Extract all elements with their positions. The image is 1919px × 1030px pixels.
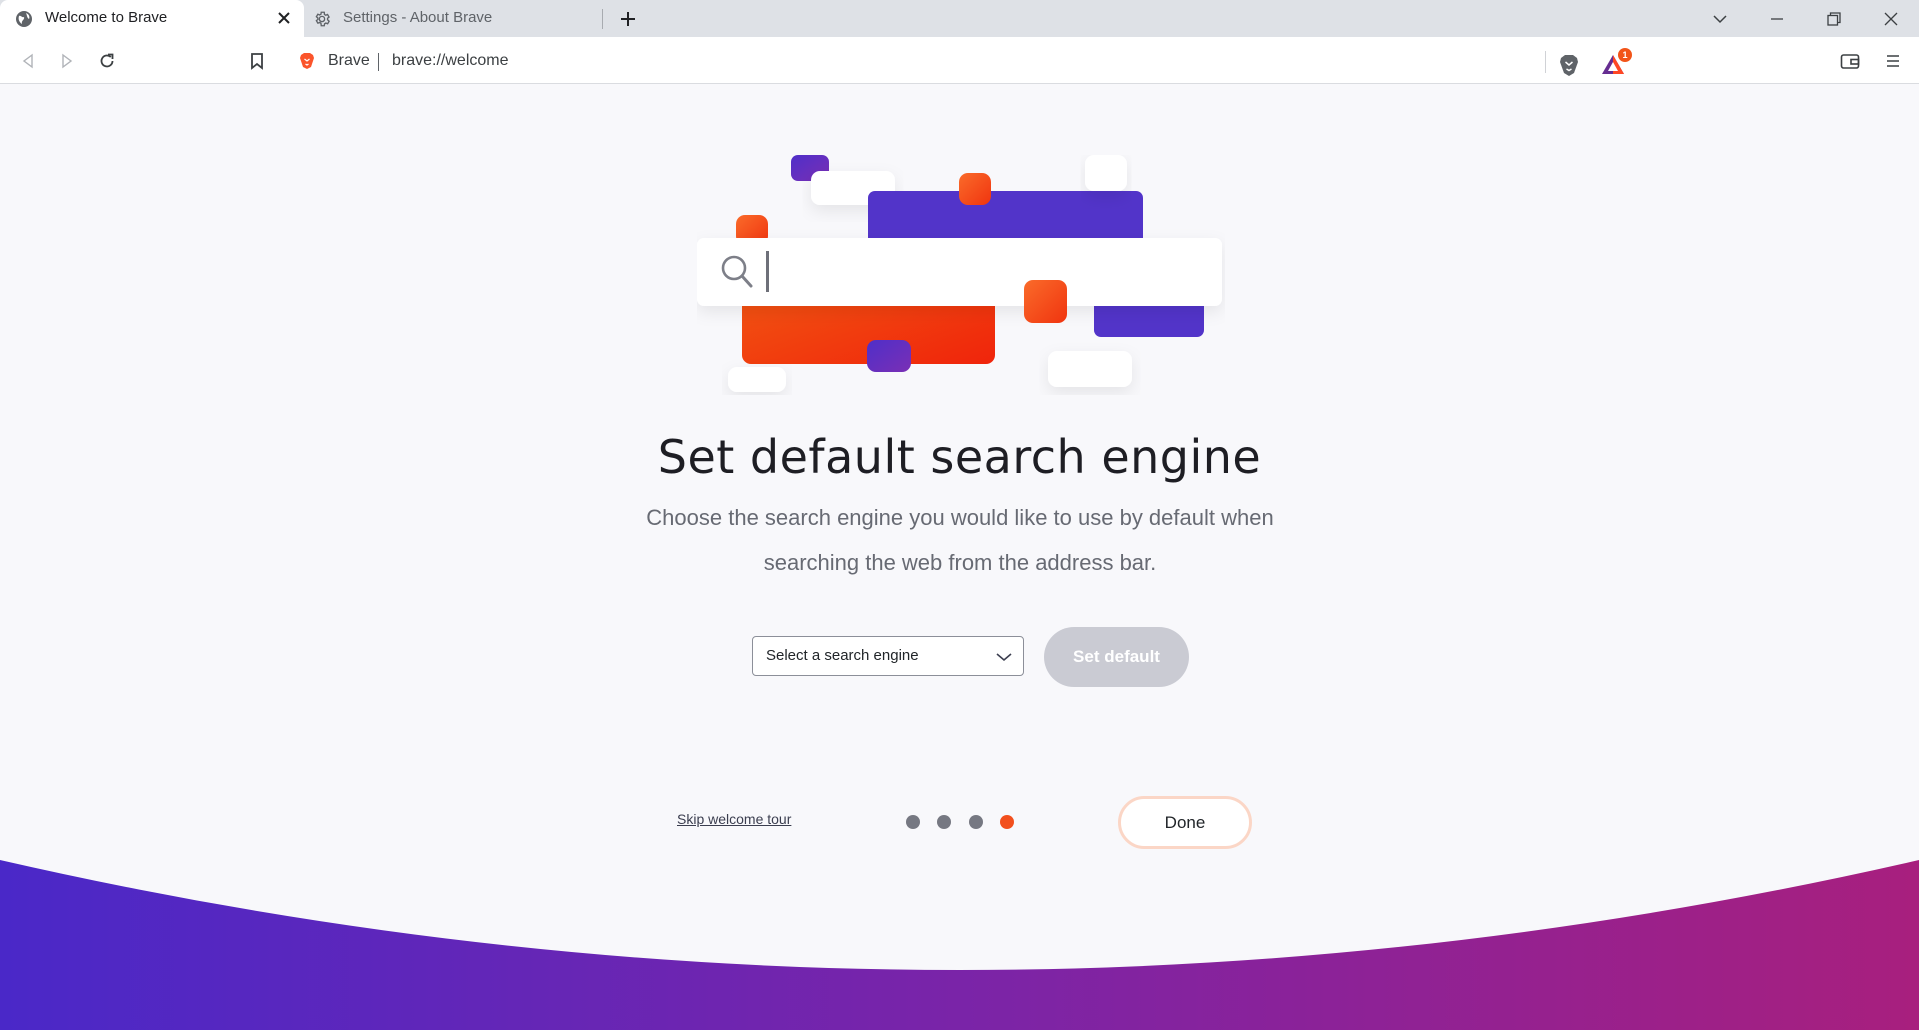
page-title: Set default search engine xyxy=(657,430,1262,484)
brave-rewards-button[interactable]: 1 xyxy=(1600,48,1632,78)
step-dot[interactable] xyxy=(937,815,951,829)
page-description: Choose the search engine you would like … xyxy=(646,505,1274,575)
brave-shields-button[interactable] xyxy=(1556,52,1582,78)
forward-button[interactable] xyxy=(53,47,81,75)
reload-button[interactable] xyxy=(93,47,121,75)
browser-toolbar: Brave brave://welcome 1 xyxy=(0,37,1919,84)
gear-icon xyxy=(315,11,330,27)
search-illustration xyxy=(697,155,1222,392)
globe-icon xyxy=(16,11,32,27)
new-tab-button[interactable] xyxy=(615,6,641,32)
back-arrow-icon xyxy=(22,53,33,69)
welcome-page: Set default search engine Choose the sea… xyxy=(0,85,1919,1030)
step-dot-active[interactable] xyxy=(1000,815,1014,829)
main-menu-button[interactable] xyxy=(1879,47,1907,75)
tab-welcome[interactable]: Welcome to Brave xyxy=(0,0,304,37)
footer-wave xyxy=(0,860,1919,1030)
minimize-icon xyxy=(1771,17,1783,20)
reload-icon xyxy=(100,53,114,68)
rewards-badge: 1 xyxy=(1618,48,1632,62)
brave-shield-icon xyxy=(1560,55,1578,76)
omnibox-brand-label: Brave xyxy=(328,52,370,69)
tab-title: Settings - About Brave xyxy=(343,9,493,26)
set-default-button[interactable]: Set default xyxy=(1044,627,1189,687)
step-dot[interactable] xyxy=(906,815,920,829)
plus-icon xyxy=(621,12,635,26)
tab-search-button[interactable] xyxy=(1692,0,1748,37)
restore-button[interactable] xyxy=(1806,0,1862,37)
chevron-down-icon xyxy=(996,653,1012,662)
url-text[interactable]: brave://welcome xyxy=(392,52,509,70)
skip-welcome-tour-link[interactable]: Skip welcome tour xyxy=(677,811,791,827)
minimize-button[interactable] xyxy=(1749,0,1805,37)
brave-lion-icon xyxy=(300,53,314,69)
bookmark-icon xyxy=(251,53,263,70)
forward-arrow-icon xyxy=(62,53,73,69)
close-tab-icon[interactable] xyxy=(274,8,294,28)
close-icon xyxy=(1884,12,1898,25)
close-window-button[interactable] xyxy=(1863,0,1919,37)
back-button[interactable] xyxy=(14,47,42,75)
select-placeholder: Select a search engine xyxy=(766,647,919,664)
tab-title: Welcome to Brave xyxy=(45,9,168,26)
wallet-icon xyxy=(1840,54,1860,69)
tab-settings[interactable]: Settings - About Brave xyxy=(305,0,603,37)
bookmark-button[interactable] xyxy=(243,47,271,75)
done-button[interactable]: Done xyxy=(1118,796,1252,849)
wallet-button[interactable] xyxy=(1836,47,1864,75)
chevron-down-icon xyxy=(1713,14,1727,23)
restore-icon xyxy=(1827,11,1841,26)
hamburger-menu-icon xyxy=(1887,55,1899,67)
search-engine-select[interactable]: Select a search engine xyxy=(752,636,1024,676)
omnibox-separator xyxy=(378,53,379,71)
step-dot[interactable] xyxy=(969,815,983,829)
tab-strip: Welcome to Brave Settings - About Brave xyxy=(0,0,1919,37)
address-bar[interactable]: Brave brave://welcome 1 xyxy=(286,43,1636,79)
omnibox-divider xyxy=(1545,51,1546,73)
